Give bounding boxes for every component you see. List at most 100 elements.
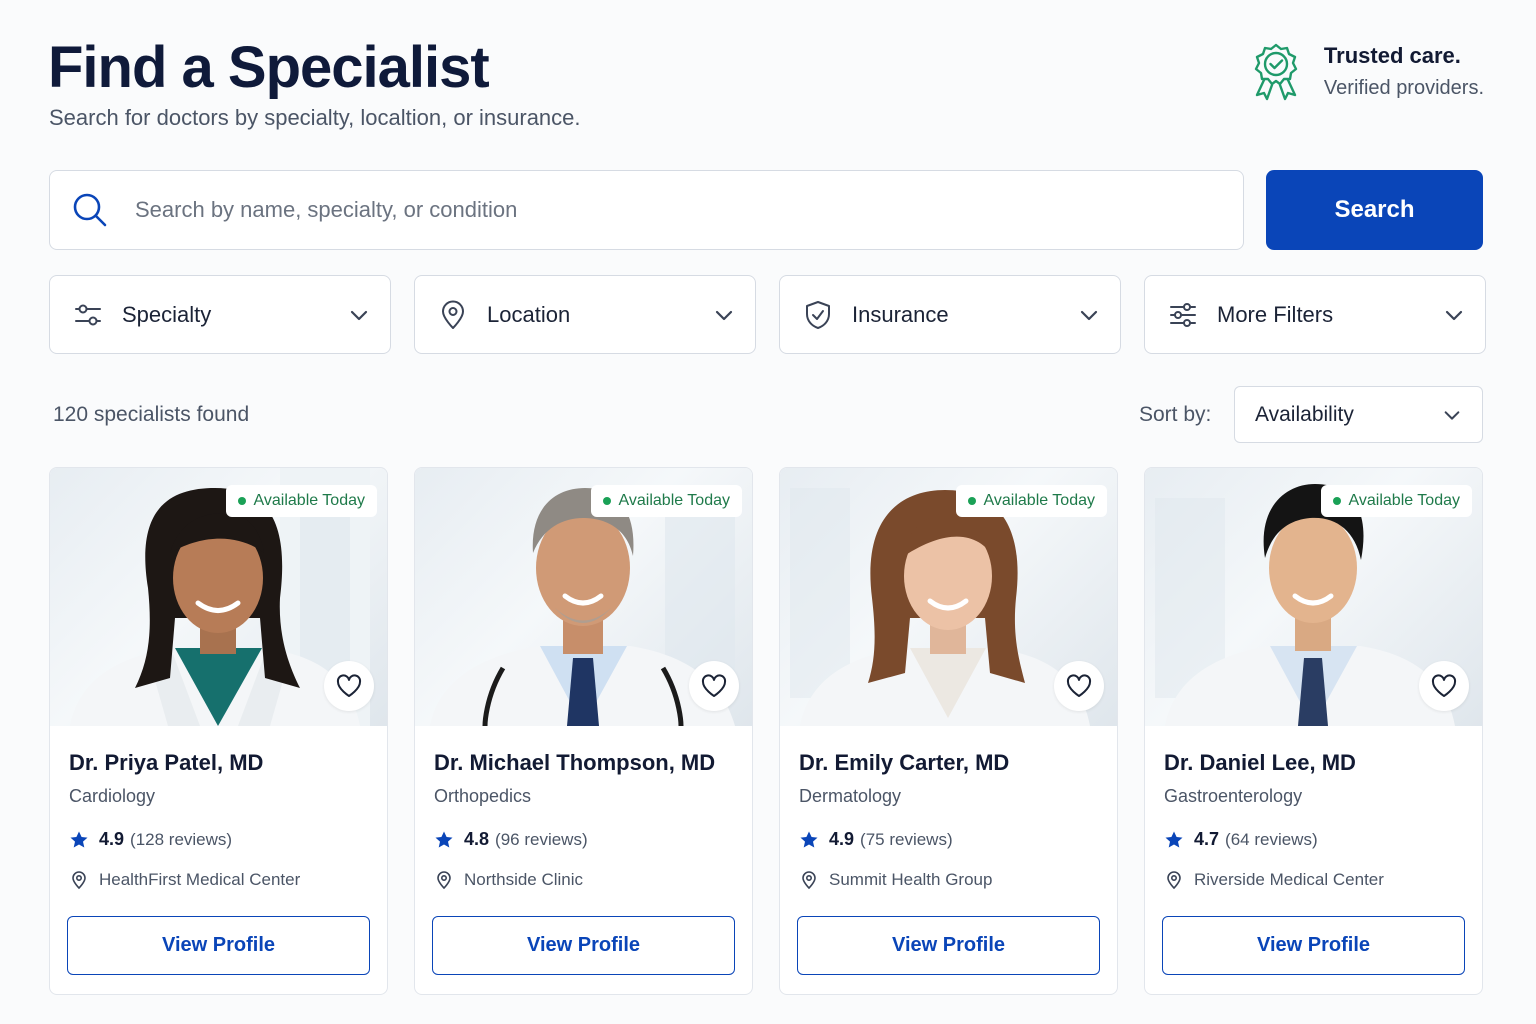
doctor-location: Summit Health Group: [799, 870, 1098, 890]
sort-select[interactable]: Availability: [1234, 386, 1483, 443]
location-filter-label: Location: [487, 301, 571, 327]
trust-subheading: Verified providers.: [1323, 77, 1484, 99]
doctor-rating: 4.9 (75 reviews): [799, 829, 1098, 850]
location-name: Summit Health Group: [829, 870, 993, 889]
availability-text: Available Today: [983, 492, 1096, 509]
availability-text: Available Today: [618, 492, 731, 509]
availability-badge: Available Today: [225, 485, 377, 517]
sliders-icon: [75, 304, 101, 325]
rating-value: 4.8: [464, 829, 490, 849]
favorite-button[interactable]: [1054, 661, 1104, 711]
favorite-button[interactable]: [324, 661, 374, 711]
availability-text: Available Today: [253, 492, 366, 509]
doctor-rating: 4.8 (96 reviews): [434, 829, 733, 850]
doctor-card[interactable]: Available Today Dr. Daniel Lee, MD Gastr…: [1144, 467, 1483, 995]
favorite-button[interactable]: [1419, 661, 1469, 711]
doctor-card-list: Available Today Dr. Priya Patel, MD Card…: [49, 467, 1483, 995]
doctor-rating: 4.7 (64 reviews): [1164, 829, 1463, 850]
search-icon: [73, 193, 107, 227]
sort-value: Availability: [1255, 402, 1354, 426]
filters-icon: [1170, 302, 1196, 327]
status-dot: [1332, 497, 1341, 505]
doctor-photo: Available Today: [415, 468, 752, 726]
star-icon: [435, 831, 453, 847]
map-pin-icon: [437, 871, 451, 890]
star-icon: [70, 831, 88, 847]
view-profile-button[interactable]: View Profile: [432, 916, 735, 975]
availability-badge: Available Today: [590, 485, 742, 517]
doctor-card[interactable]: Available Today Dr. Priya Patel, MD Card…: [49, 467, 388, 995]
chevron-down-icon: [350, 310, 368, 320]
location-name: Riverside Medical Center: [1194, 870, 1384, 889]
review-count: (128 reviews): [130, 829, 233, 849]
chevron-down-icon: [1445, 310, 1463, 320]
location-name: Northside Clinic: [464, 870, 584, 889]
trust-banner: Trusted care. Verified providers.: [1250, 40, 1484, 104]
star-icon: [1165, 831, 1183, 847]
view-profile-button[interactable]: View Profile: [67, 916, 370, 975]
more-filters[interactable]: More Filters: [1144, 275, 1486, 354]
doctor-photo: Available Today: [50, 468, 387, 726]
rating-value: 4.7: [1194, 829, 1220, 849]
map-pin-icon: [442, 300, 464, 329]
doctor-name: Dr. Daniel Lee, MD: [1164, 750, 1356, 775]
availability-badge: Available Today: [1320, 485, 1472, 517]
heart-icon: [1066, 674, 1092, 697]
rating-value: 4.9: [99, 829, 125, 849]
doctor-location: HealthFirst Medical Center: [69, 870, 368, 890]
doctor-specialty: Gastroenterology: [1164, 786, 1303, 806]
review-count: (64 reviews): [1225, 829, 1318, 849]
more-filters-label: More Filters: [1217, 301, 1334, 327]
insurance-filter[interactable]: Insurance: [779, 275, 1121, 354]
doctor-location: Riverside Medical Center: [1164, 870, 1463, 890]
doctor-card[interactable]: Available Today Dr. Emily Carter, MD Der…: [779, 467, 1118, 995]
doctor-name: Dr. Emily Carter, MD: [799, 750, 1010, 775]
doctor-specialty: Orthopedics: [434, 786, 532, 806]
favorite-button[interactable]: [689, 661, 739, 711]
trust-heading: Trusted care.: [1323, 43, 1461, 68]
chevron-down-icon: [715, 310, 733, 320]
heart-icon: [1431, 674, 1457, 697]
specialty-filter-label: Specialty: [122, 301, 212, 327]
doctor-specialty: Dermatology: [799, 786, 902, 806]
results-count: 120 specialists found: [53, 403, 250, 426]
doctor-card[interactable]: Available Today Dr. Michael Thompson, MD…: [414, 467, 753, 995]
rating-value: 4.9: [829, 829, 855, 849]
availability-badge: Available Today: [955, 485, 1107, 517]
page-title: Find a Specialist: [48, 35, 490, 100]
availability-text: Available Today: [1348, 492, 1461, 509]
map-pin-icon: [72, 871, 86, 890]
doctor-photo: Available Today: [780, 468, 1117, 726]
map-pin-icon: [802, 871, 816, 890]
award-ribbon-check-icon: [1254, 43, 1298, 101]
search-button[interactable]: Search: [1266, 170, 1483, 250]
filter-bar: Specialty Location Insurance More Filter…: [49, 275, 1486, 354]
search-bar[interactable]: [49, 170, 1244, 250]
location-filter[interactable]: Location: [414, 275, 756, 354]
status-dot: [967, 497, 976, 505]
review-count: (75 reviews): [860, 829, 953, 849]
star-icon: [800, 831, 818, 847]
shield-check-icon: [806, 300, 830, 329]
search-input[interactable]: [135, 197, 1135, 223]
doctor-name: Dr. Michael Thompson, MD: [434, 750, 716, 775]
view-profile-button[interactable]: View Profile: [797, 916, 1100, 975]
status-dot: [237, 497, 246, 505]
insurance-filter-label: Insurance: [852, 301, 949, 327]
doctor-location: Northside Clinic: [434, 870, 733, 890]
view-profile-button[interactable]: View Profile: [1162, 916, 1465, 975]
location-name: HealthFirst Medical Center: [99, 870, 301, 889]
doctor-rating: 4.9 (128 reviews): [69, 829, 368, 850]
heart-icon: [701, 674, 727, 697]
doctor-name: Dr. Priya Patel, MD: [69, 750, 264, 775]
doctor-specialty: Cardiology: [69, 786, 156, 806]
status-dot: [602, 497, 611, 505]
specialty-filter[interactable]: Specialty: [49, 275, 391, 354]
review-count: (96 reviews): [495, 829, 588, 849]
page-subtitle: Search for doctors by specialty, localti…: [49, 105, 581, 130]
sort-label: Sort by:: [1139, 403, 1212, 426]
heart-icon: [336, 674, 362, 697]
map-pin-icon: [1167, 871, 1181, 890]
chevron-down-icon: [1080, 310, 1098, 320]
chevron-down-icon: [1444, 410, 1460, 420]
